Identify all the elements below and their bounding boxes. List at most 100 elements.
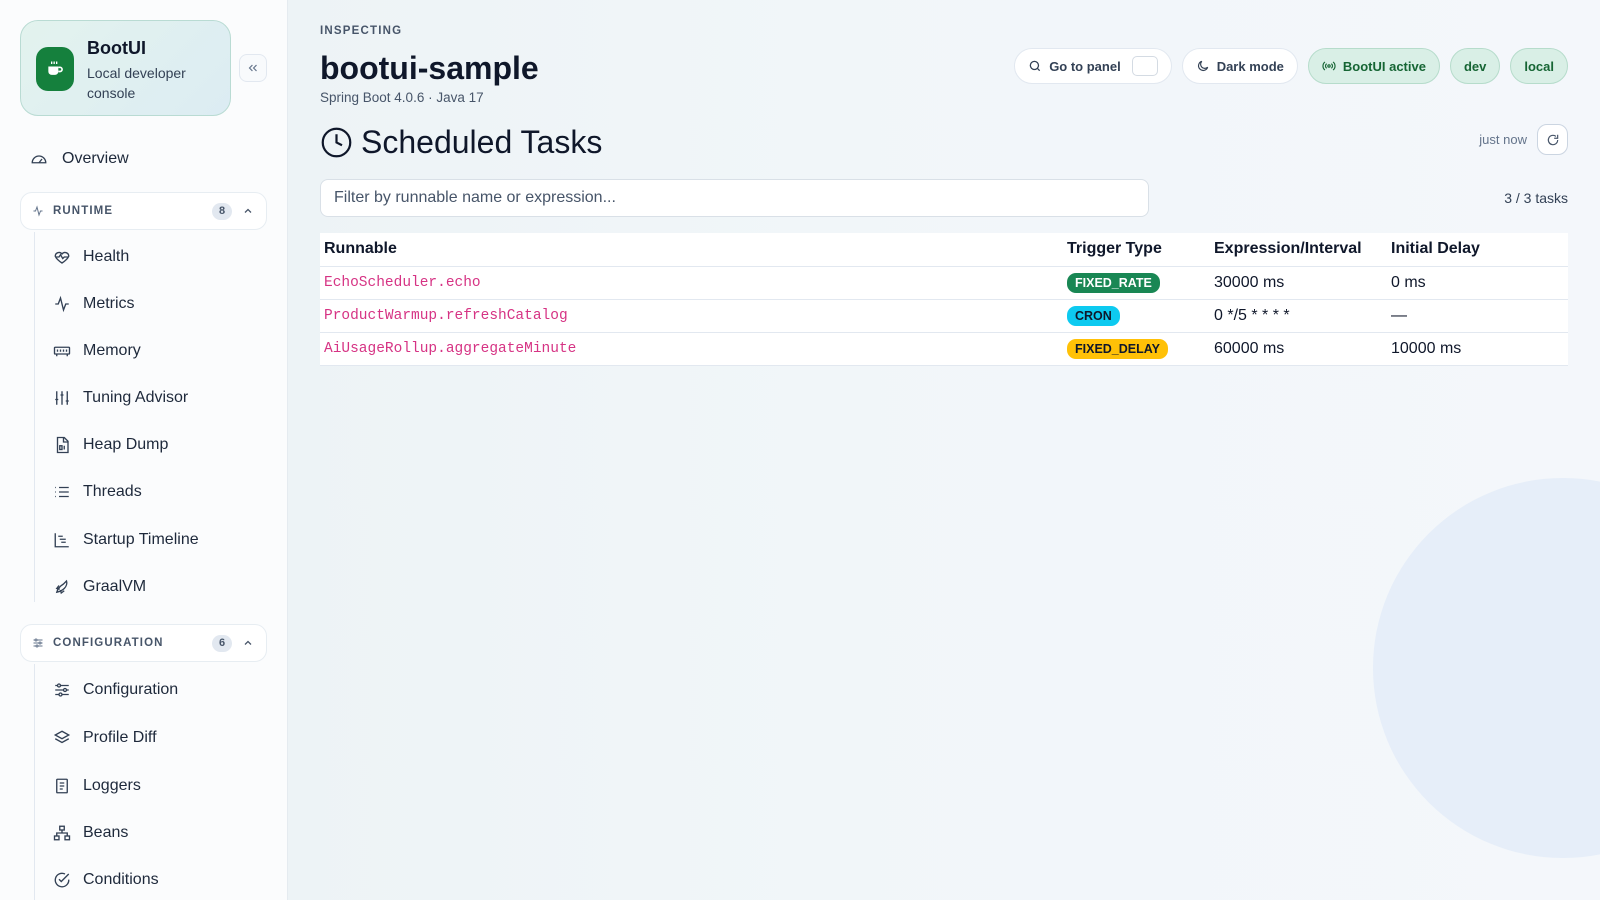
filter-input[interactable] — [320, 179, 1149, 217]
memory-chip-icon — [53, 346, 71, 357]
main-content: INSPECTING bootui-sample Spring Boot 4.0… — [288, 0, 1600, 900]
sidebar-item-label: Configuration — [83, 681, 179, 698]
sidebar-item-configuration[interactable]: Configuration — [53, 678, 178, 702]
sidebar-item-conditions[interactable]: Conditions — [53, 868, 159, 892]
expression-cell: 60000 ms — [1210, 332, 1387, 366]
expression-cell: 0 */5 * * * * — [1210, 299, 1387, 333]
brand-card[interactable]: BootUI Local developer console — [20, 20, 231, 116]
layers-icon — [53, 730, 71, 744]
sidebar-item-label: Metrics — [83, 295, 135, 312]
group-title: CONFIGURATION — [53, 637, 164, 649]
broadcast-icon — [1322, 61, 1336, 71]
gauge-icon — [31, 155, 47, 164]
profile-label: local — [1524, 58, 1554, 74]
sidebar-item-tuning-advisor[interactable]: Tuning Advisor — [53, 386, 188, 410]
refresh-button[interactable] — [1537, 124, 1568, 155]
sidebar-item-health[interactable]: Health — [53, 245, 129, 269]
sidebar-item-startup-timeline[interactable]: Startup Timeline — [53, 528, 199, 552]
notebook-icon — [56, 778, 68, 794]
sidebar-item-graalvm[interactable]: GraalVM — [53, 575, 146, 599]
chevron-up-icon — [244, 640, 252, 645]
trigger-badge: FIXED_DELAY — [1067, 338, 1168, 359]
sliders-horizontal-icon — [33, 638, 43, 648]
column-header[interactable]: Expression/Interval — [1210, 233, 1387, 267]
refresh-area: just now — [1479, 124, 1568, 155]
top-actions: Go to panel Dark mode BootUI active dev … — [1014, 48, 1568, 84]
column-header[interactable]: Trigger Type — [1063, 233, 1210, 267]
sidebar-item-label: Health — [83, 248, 130, 265]
activity-icon — [33, 205, 43, 217]
table-row: ProductWarmup.refreshCatalog CRON 0 */5 … — [320, 299, 1568, 333]
runnable-cell: EchoScheduler.echo — [320, 266, 1063, 300]
column-header[interactable]: Initial Delay — [1387, 233, 1568, 267]
table-row: EchoScheduler.echo FIXED_RATE 30000 ms 0… — [320, 266, 1568, 300]
trigger-badge: CRON — [1067, 305, 1120, 326]
brand-subtitle: Local developer console — [87, 65, 186, 101]
sidebar-item-label: Beans — [83, 824, 129, 841]
group-header-runtime[interactable]: RUNTIME 8 — [20, 192, 267, 230]
runnable-cell: ProductWarmup.refreshCatalog — [320, 299, 1063, 333]
sidebar-item-profile-diff[interactable]: Profile Diff — [53, 726, 157, 750]
rocket-icon — [55, 579, 68, 595]
decorative-blob — [1373, 478, 1600, 858]
sliders-horizontal-icon — [55, 683, 69, 697]
nav-item-label: Overview — [62, 150, 129, 167]
list-icon — [55, 486, 69, 498]
sidebar-item-label: Memory — [83, 342, 141, 359]
app-name: bootui-sample — [320, 50, 539, 86]
dark-mode-toggle[interactable]: Dark mode — [1181, 48, 1298, 84]
delay-cell: 10000 ms — [1387, 332, 1568, 366]
page-title-text: Scheduled Tasks — [361, 124, 603, 160]
group-header-configuration[interactable]: CONFIGURATION 6 — [20, 624, 267, 662]
configuration-items: Configuration Profile Diff Loggers Beans… — [34, 664, 274, 900]
sidebar-item-loggers[interactable]: Loggers — [53, 774, 141, 798]
sidebar-item-heap-dump[interactable]: Heap Dump — [53, 433, 168, 457]
chevrons-left-icon — [248, 64, 257, 72]
inspecting-label: INSPECTING — [320, 25, 403, 37]
sidebar-item-label: Tuning Advisor — [83, 389, 189, 406]
sidebar-item-label: Profile Diff — [83, 729, 157, 746]
moon-icon — [1197, 60, 1208, 71]
last-refresh-text: just now — [1479, 132, 1527, 147]
brand-title: BootUI — [87, 38, 146, 58]
nav-item-overview[interactable]: Overview — [30, 150, 129, 168]
refresh-icon — [1547, 134, 1558, 145]
sidebar-item-memory[interactable]: Memory — [53, 339, 141, 363]
sidebar-item-label: Heap Dump — [83, 436, 169, 453]
sidebar-item-label: GraalVM — [83, 578, 147, 595]
sliders-vertical-icon — [55, 391, 69, 405]
go-to-panel-button[interactable]: Go to panel — [1014, 48, 1172, 84]
activity-icon — [55, 295, 69, 313]
table-row: AiUsageRollup.aggregateMinute FIXED_DELA… — [320, 332, 1568, 366]
sidebar-item-threads[interactable]: Threads — [53, 480, 142, 504]
delay-cell: 0 ms — [1387, 266, 1568, 300]
app-meta: Spring Boot 4.0.6 · Java 17 — [320, 90, 484, 105]
sidebar-item-metrics[interactable]: Metrics — [53, 292, 135, 316]
trigger-cell: CRON — [1063, 299, 1210, 333]
sidebar-item-label: Loggers — [83, 777, 141, 794]
sidebar-item-beans[interactable]: Beans — [53, 821, 128, 845]
collapse-sidebar-button[interactable] — [239, 54, 267, 82]
network-icon — [53, 825, 71, 841]
profile-badge-dev: dev — [1449, 48, 1501, 84]
sidebar-item-label: Conditions — [83, 871, 159, 888]
status-badge: BootUI active — [1307, 48, 1440, 84]
column-header[interactable]: Runnable — [320, 233, 1063, 267]
sidebar: BootUI Local developer console Overview … — [0, 0, 288, 900]
task-count: 3 / 3 tasks — [1504, 190, 1568, 206]
profile-badge-local: local — [1510, 48, 1568, 84]
trigger-cell: FIXED_DELAY — [1063, 332, 1210, 366]
delay-cell: — — [1387, 299, 1568, 333]
profile-label: dev — [1463, 58, 1487, 74]
group-count-badge: 8 — [212, 203, 232, 220]
check-circle-icon — [54, 872, 70, 888]
search-icon — [1029, 60, 1041, 72]
go-to-panel-label: Go to panel — [1049, 58, 1121, 74]
gantt-icon — [54, 533, 69, 548]
trigger-cell: FIXED_RATE — [1063, 266, 1210, 300]
page-title: Scheduled Tasks — [320, 124, 602, 161]
sidebar-item-label: Threads — [83, 483, 142, 500]
group-title: RUNTIME — [53, 205, 114, 217]
group-count-badge: 6 — [212, 635, 232, 652]
sidebar-item-label: Startup Timeline — [83, 531, 199, 548]
